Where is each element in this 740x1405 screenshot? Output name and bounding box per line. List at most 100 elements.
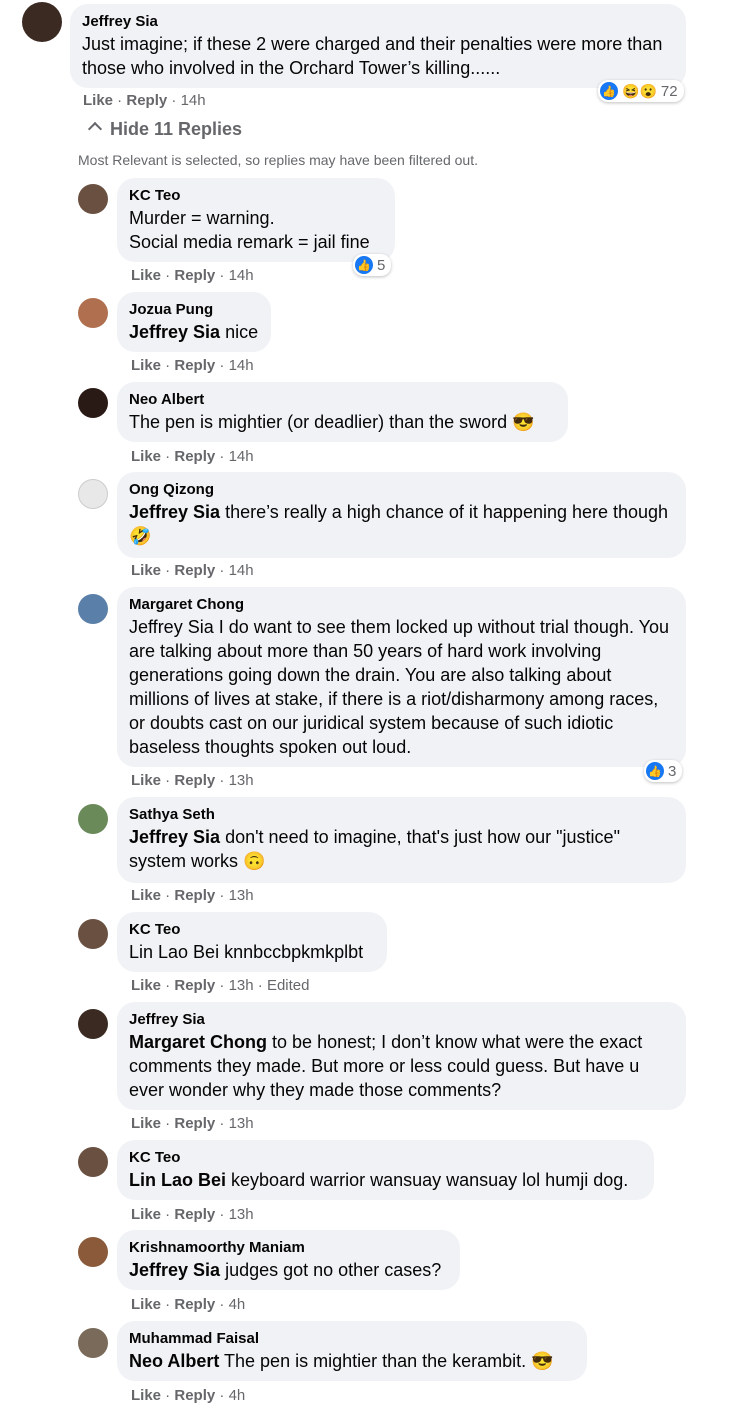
like-button[interactable]: Like [131,357,161,374]
reply-body: The pen is mightier than the kerambit. [224,1351,527,1371]
reply-button[interactable]: Reply [126,92,167,109]
reply-author[interactable]: Ong Qizong [129,480,674,500]
avatar[interactable] [78,919,108,949]
reply-button[interactable]: Reply [174,357,215,374]
mention-link[interactable]: Jeffrey Sia [129,502,220,522]
reply-button[interactable]: Reply [174,1296,215,1313]
reaction-summary[interactable]: 👍 3 [644,760,683,782]
like-button[interactable]: Like [83,92,113,109]
reply-author[interactable]: Margaret Chong [129,595,674,615]
timestamp[interactable]: 4h [229,1387,246,1404]
reply-author[interactable]: Neo Albert [129,390,556,410]
reply-text: Margaret Chong to be honest; I don’t kno… [129,1030,674,1102]
reaction-count: 5 [377,256,386,274]
reply-button[interactable]: Reply [174,267,215,284]
like-button[interactable]: Like [131,1206,161,1223]
mention-link[interactable]: Jeffrey Sia [129,322,220,342]
reply-author[interactable]: KC Teo [129,186,383,206]
timestamp[interactable]: 13h [229,887,254,904]
timestamp[interactable]: 13h [229,1206,254,1223]
timestamp[interactable]: 13h [229,977,254,994]
avatar[interactable] [78,184,108,214]
reply-author[interactable]: Jozua Pung [129,300,259,320]
avatar[interactable] [22,2,62,42]
like-button[interactable]: Like [131,1115,161,1132]
reply-button[interactable]: Reply [174,887,215,904]
reply-text: Lin Lao Bei knnbccbpkmkplbt [129,942,364,962]
reply-bubble: Jozua Pung Jeffrey Sia nice [117,292,271,352]
like-icon: 👍 [355,256,373,274]
like-button[interactable]: Like [131,1387,161,1404]
upside-down-emoji: 🙃 [243,851,266,871]
reply-actions: Like · Reply · 13h · Edited [131,977,309,994]
reply-author[interactable]: Krishnamoorthy Maniam [129,1238,448,1258]
comment-author[interactable]: Jeffrey Sia [82,12,674,32]
reply-body: keyboard warrior wansuay wansuay lol hum… [231,1170,629,1190]
avatar[interactable] [78,298,108,328]
haha-icon: 😆 [622,82,640,99]
separator: · [161,1387,175,1404]
reply-text: The pen is mightier (or deadlier) than t… [129,410,556,434]
avatar[interactable] [78,388,108,418]
timestamp[interactable]: 13h [229,772,254,789]
timestamp[interactable]: 14h [229,357,254,374]
reply-author[interactable]: KC Teo [129,920,375,940]
reaction-summary[interactable]: 👍 5 [353,254,392,276]
like-button[interactable]: Like [131,267,161,284]
separator: · [215,977,229,994]
mention-link[interactable]: Lin Lao Bei [129,1170,226,1190]
like-button[interactable]: Like [131,562,161,579]
like-icon: 👍 [600,82,618,100]
mention-link[interactable]: Margaret Chong [129,1032,267,1052]
comment-bubble: Jeffrey Sia Just imagine; if these 2 wer… [70,4,686,88]
like-button[interactable]: Like [131,1296,161,1313]
separator: · [161,1115,175,1132]
hide-replies-button[interactable]: Hide 11 Replies [86,119,242,140]
timestamp[interactable]: 4h [229,1296,246,1313]
timestamp[interactable]: 13h [229,1115,254,1132]
chevron-up-icon [87,121,103,137]
reply-text: Jeffrey Sia nice [129,320,259,344]
mention-link[interactable]: Jeffrey Sia [129,1260,220,1280]
avatar[interactable] [78,804,108,834]
reply-bubble: Ong Qizong Jeffrey Sia there’s really a … [117,472,686,558]
reply-actions: Like · Reply · 4h [131,1296,245,1313]
mention-link[interactable]: Jeffrey Sia [129,827,220,847]
separator: · [161,562,175,579]
separator: · [215,562,229,579]
like-button[interactable]: Like [131,887,161,904]
reply-button[interactable]: Reply [174,562,215,579]
like-button[interactable]: Like [131,977,161,994]
separator: · [215,448,229,465]
separator: · [167,92,181,109]
avatar[interactable] [78,594,108,624]
like-button[interactable]: Like [131,772,161,789]
timestamp[interactable]: 14h [229,267,254,284]
reply-button[interactable]: Reply [174,1115,215,1132]
reply-author[interactable]: Sathya Seth [129,805,674,825]
reply-author[interactable]: Muhammad Faisal [129,1329,575,1349]
avatar[interactable] [78,1147,108,1177]
wow-icon: 😮 [639,82,657,99]
avatar[interactable] [78,1009,108,1039]
edited-label[interactable]: Edited [267,977,310,994]
reply-author[interactable]: KC Teo [129,1148,642,1168]
timestamp[interactable]: 14h [181,92,206,109]
separator: · [253,977,267,994]
reply-button[interactable]: Reply [174,448,215,465]
reply-button[interactable]: Reply [174,1387,215,1404]
reply-author[interactable]: Jeffrey Sia [129,1010,674,1030]
reaction-summary[interactable]: 👍 😆 😮 72 [598,80,684,102]
like-button[interactable]: Like [131,448,161,465]
avatar[interactable] [78,1328,108,1358]
avatar[interactable] [78,1237,108,1267]
avatar[interactable] [78,479,108,509]
reply-body: there’s really a high chance of it happe… [225,502,669,522]
reply-button[interactable]: Reply [174,1206,215,1223]
reply-button[interactable]: Reply [174,977,215,994]
reply-button[interactable]: Reply [174,772,215,789]
timestamp[interactable]: 14h [229,562,254,579]
timestamp[interactable]: 14h [229,448,254,465]
mention-link[interactable]: Neo Albert [129,1351,219,1371]
reply-body: judges got no other cases? [225,1260,442,1280]
